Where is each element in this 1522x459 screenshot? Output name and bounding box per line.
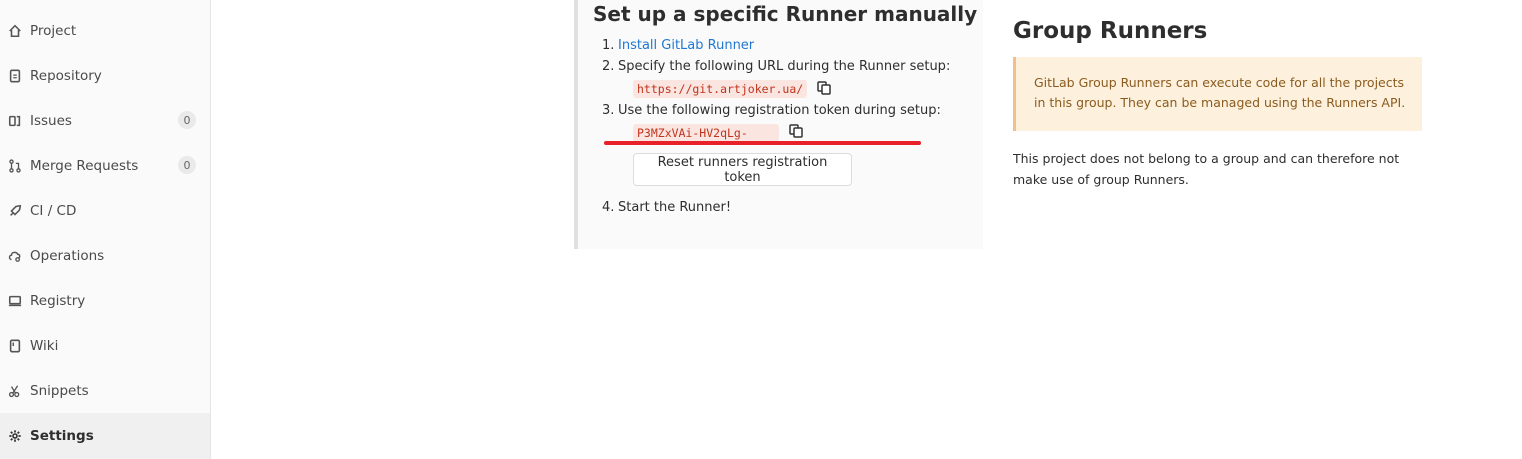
step-number: 2.: [602, 59, 615, 74]
copy-url-icon[interactable]: [816, 80, 832, 96]
sidebar-item-wiki[interactable]: Wiki: [0, 323, 210, 368]
sidebar-item-snippets[interactable]: Snippets: [0, 368, 210, 413]
copy-token-icon[interactable]: [788, 123, 804, 139]
sidebar-item-ci-cd[interactable]: CI / CD: [0, 188, 210, 233]
group-runners-note: This project does not belong to a group …: [1013, 151, 1400, 187]
gear-icon: [7, 428, 23, 444]
sidebar-item-label: Issues: [30, 112, 72, 129]
sidebar-item-label: CI / CD: [30, 202, 77, 219]
cloud-gear-icon: [7, 248, 23, 264]
step-2-text: Specify the following URL during the Run…: [618, 59, 951, 74]
merge-requests-count-badge: 0: [178, 156, 196, 174]
step-2: 2. Specify the following URL during the …: [602, 59, 951, 74]
group-runners-info-alert: GitLab Group Runners can execute code fo…: [1013, 57, 1422, 131]
manual-runner-title: Set up a specific Runner manually: [593, 2, 978, 26]
issues-icon: [7, 113, 23, 129]
reset-registration-token-button[interactable]: Reset runners registration token: [633, 153, 852, 186]
step-number: 1.: [602, 38, 615, 53]
merge-request-icon: [7, 158, 23, 174]
group-runners-title: Group Runners: [1013, 18, 1208, 44]
sidebar-item-settings[interactable]: Settings: [0, 413, 210, 459]
sidebar-item-label: Wiki: [30, 337, 59, 354]
sidebar-item-label: Merge Requests: [30, 157, 139, 174]
sidebar-item-operations[interactable]: Operations: [0, 233, 210, 278]
document-icon: [7, 68, 23, 84]
step-3: 3. Use the following registration token …: [602, 103, 941, 118]
step-number: 3.: [602, 103, 615, 118]
home-icon: [7, 23, 23, 39]
sidebar-item-label: Registry: [30, 292, 86, 309]
sidebar-item-label: Project: [30, 22, 77, 39]
book-icon: [7, 338, 23, 354]
container-icon: [7, 293, 23, 309]
rocket-icon: [7, 203, 23, 219]
step-1: 1. Install GitLab Runner: [602, 38, 754, 53]
registration-token-code: P3MZxVAi-HV2qLg-: [633, 124, 779, 142]
sidebar-item-label: Repository: [30, 67, 102, 84]
step-3-text: Use the following registration token dur…: [618, 103, 941, 118]
issues-count-badge: 0: [178, 111, 196, 129]
step-4-text: Start the Runner!: [618, 200, 732, 215]
sidebar-item-project[interactable]: Project: [0, 8, 210, 53]
step-4: 4. Start the Runner!: [602, 200, 732, 215]
sidebar-item-registry[interactable]: Registry: [0, 278, 210, 323]
sidebar-item-label: Settings: [30, 428, 94, 444]
sidebar-item-merge-requests[interactable]: Merge Requests 0: [0, 143, 210, 188]
sidebar-item-issues[interactable]: Issues 0: [0, 98, 210, 143]
sidebar-item-repository[interactable]: Repository: [0, 53, 210, 98]
step-number: 4.: [602, 200, 615, 215]
sidebar-item-label: Snippets: [30, 382, 89, 399]
group-runners-info-text: GitLab Group Runners can execute code fo…: [1034, 75, 1406, 110]
runner-url-code: https://git.artjoker.ua/: [633, 80, 808, 98]
sidebar-item-label: Operations: [30, 247, 105, 264]
install-gitlab-runner-link[interactable]: Install GitLab Runner: [618, 38, 754, 53]
red-annotation-underline: [604, 141, 921, 145]
scissors-icon: [7, 383, 23, 399]
sidebar: Project Repository Issues 0 Merge Reques…: [0, 0, 211, 459]
